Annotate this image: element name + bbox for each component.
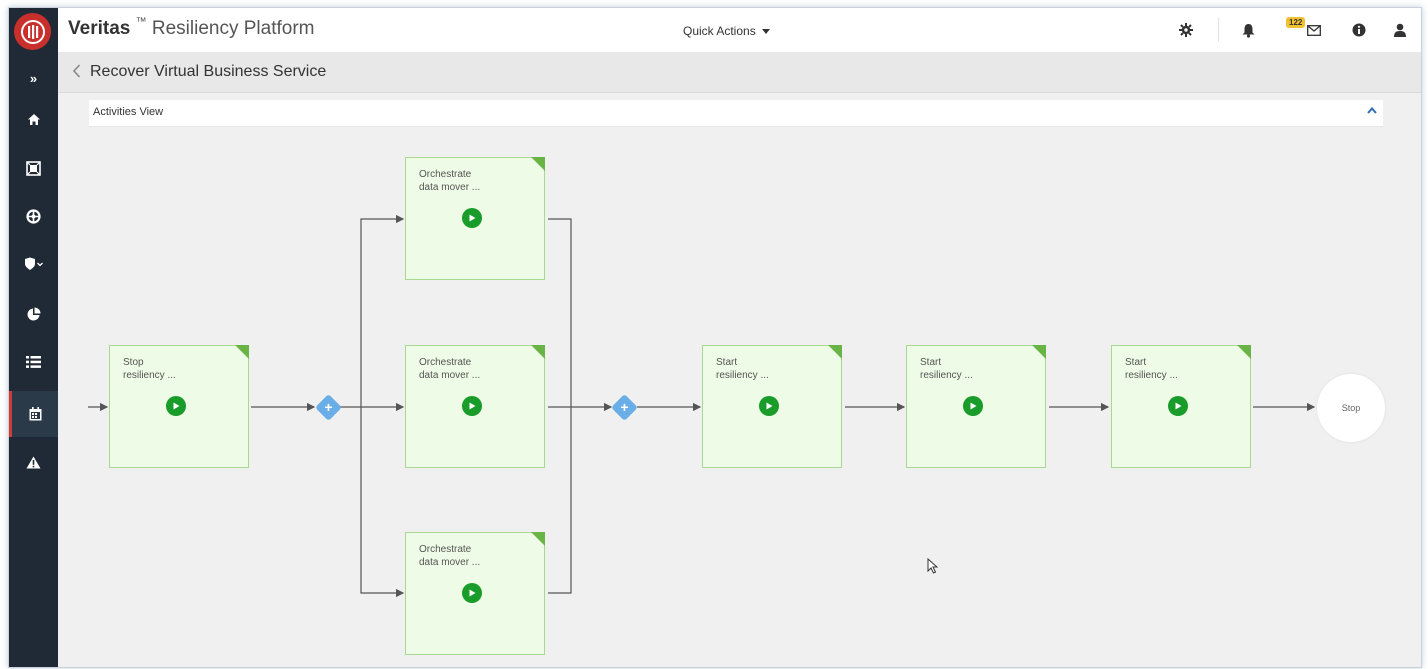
app-window: » Veritas ™ Resiliency Platform Quick Ac… <box>8 7 1422 668</box>
activity-label: Stop resiliency ... <box>123 357 176 381</box>
product-name: Resiliency Platform <box>151 18 315 39</box>
status-corner <box>531 157 545 171</box>
activity-label: Start resiliency ... <box>716 357 769 381</box>
header-divider <box>1218 18 1219 42</box>
fork-plus-icon: + <box>324 399 333 415</box>
shield-icon <box>24 257 43 270</box>
sidebar-item-alerts[interactable] <box>9 442 58 482</box>
status-corner <box>828 345 842 359</box>
expand-icon: » <box>29 70 38 86</box>
activity-label: Start resiliency ... <box>920 357 973 381</box>
sidebar-item-list[interactable] <box>9 342 58 382</box>
play-icon[interactable] <box>963 396 983 416</box>
info-button[interactable] <box>1349 20 1369 40</box>
activity-node-start-resiliency-2[interactable]: Start resiliency ... <box>906 345 1046 468</box>
activity-node-stop-resiliency[interactable]: Stop resiliency ... <box>109 345 249 468</box>
warning-icon <box>26 456 41 468</box>
envelope-icon <box>1307 24 1321 36</box>
list-icon <box>26 356 41 368</box>
notification-count-badge: 122 <box>1286 17 1306 28</box>
user-icon <box>1394 23 1406 37</box>
sidebar-item-assets[interactable] <box>9 148 58 188</box>
play-icon[interactable] <box>166 396 186 416</box>
reports-icon <box>27 307 41 320</box>
connector-fork-to-top <box>360 214 405 407</box>
lifebuoy-icon <box>26 208 41 224</box>
activity-node-start-resiliency-3[interactable]: Start resiliency ... <box>1111 345 1251 468</box>
connector-join-branches <box>548 218 572 594</box>
user-menu-button[interactable] <box>1390 20 1410 40</box>
mouse-cursor-icon <box>927 558 938 574</box>
sidebar-item-calendar[interactable] <box>9 391 58 437</box>
sidebar-item-reports[interactable] <box>9 294 58 334</box>
play-icon[interactable] <box>1168 396 1188 416</box>
play-icon[interactable] <box>462 396 482 416</box>
assets-icon <box>26 160 41 176</box>
activity-node-orchestrate-1[interactable]: Orchestrate data mover ... <box>405 157 545 280</box>
app-title: Veritas ™ Resiliency Platform <box>68 16 315 40</box>
end-node-label: Stop <box>1341 403 1361 413</box>
calendar-icon <box>29 407 41 421</box>
join-plus-icon: + <box>620 399 629 415</box>
top-bar: Veritas ™ Resiliency Platform Quick Acti… <box>58 8 1421 52</box>
sidebar: » <box>9 8 58 667</box>
page-title: Recover Virtual Business Service <box>90 63 327 80</box>
activity-label: Orchestrate data mover ... <box>419 357 481 381</box>
activity-label: Start resiliency ... <box>1125 357 1178 381</box>
play-icon[interactable] <box>462 583 482 603</box>
play-icon[interactable] <box>759 396 779 416</box>
activity-label: Orchestrate data mover ... <box>419 544 481 568</box>
activity-node-start-resiliency-1[interactable]: Start resiliency ... <box>702 345 842 468</box>
bell-icon <box>1242 23 1254 38</box>
activities-view-title: Activities View <box>93 106 164 118</box>
brand-name: Veritas <box>68 18 131 39</box>
status-corner <box>235 345 249 359</box>
back-chevron-icon[interactable] <box>72 64 81 78</box>
activity-node-orchestrate-3[interactable]: Orchestrate data mover ... <box>405 532 545 655</box>
play-icon[interactable] <box>462 208 482 228</box>
status-corner <box>531 532 545 546</box>
workflow-end-node[interactable]: Stop <box>1317 374 1385 442</box>
logo-icon <box>20 19 45 44</box>
gear-icon <box>1179 23 1193 37</box>
activity-label: Orchestrate data mover ... <box>419 169 481 193</box>
home-icon <box>27 113 40 125</box>
caret-down-icon <box>761 28 770 34</box>
sidebar-item-resiliency[interactable] <box>9 196 58 236</box>
trademark: ™ <box>135 16 147 28</box>
status-corner <box>1032 345 1046 359</box>
veritas-logo[interactable] <box>14 13 51 50</box>
sidebar-item-security[interactable] <box>9 244 58 284</box>
settings-button[interactable] <box>1176 20 1196 40</box>
status-corner <box>531 345 545 359</box>
quick-actions-label: Quick Actions <box>683 24 756 38</box>
quick-actions-menu[interactable]: Quick Actions <box>683 24 770 38</box>
messages-button[interactable] <box>1304 20 1324 40</box>
info-icon <box>1352 23 1366 37</box>
sidebar-item-expand[interactable]: » <box>9 58 58 98</box>
collapse-chevron-icon[interactable] <box>1367 107 1377 114</box>
activity-node-orchestrate-2[interactable]: Orchestrate data mover ... <box>405 345 545 468</box>
status-corner <box>1237 345 1251 359</box>
sidebar-item-home[interactable] <box>9 99 58 139</box>
connector-fork-to-bottom <box>360 407 405 598</box>
activities-view-panel: Activities View <box>89 100 1383 127</box>
notifications-button[interactable] <box>1238 20 1258 40</box>
page-header: Recover Virtual Business Service <box>58 52 1421 93</box>
